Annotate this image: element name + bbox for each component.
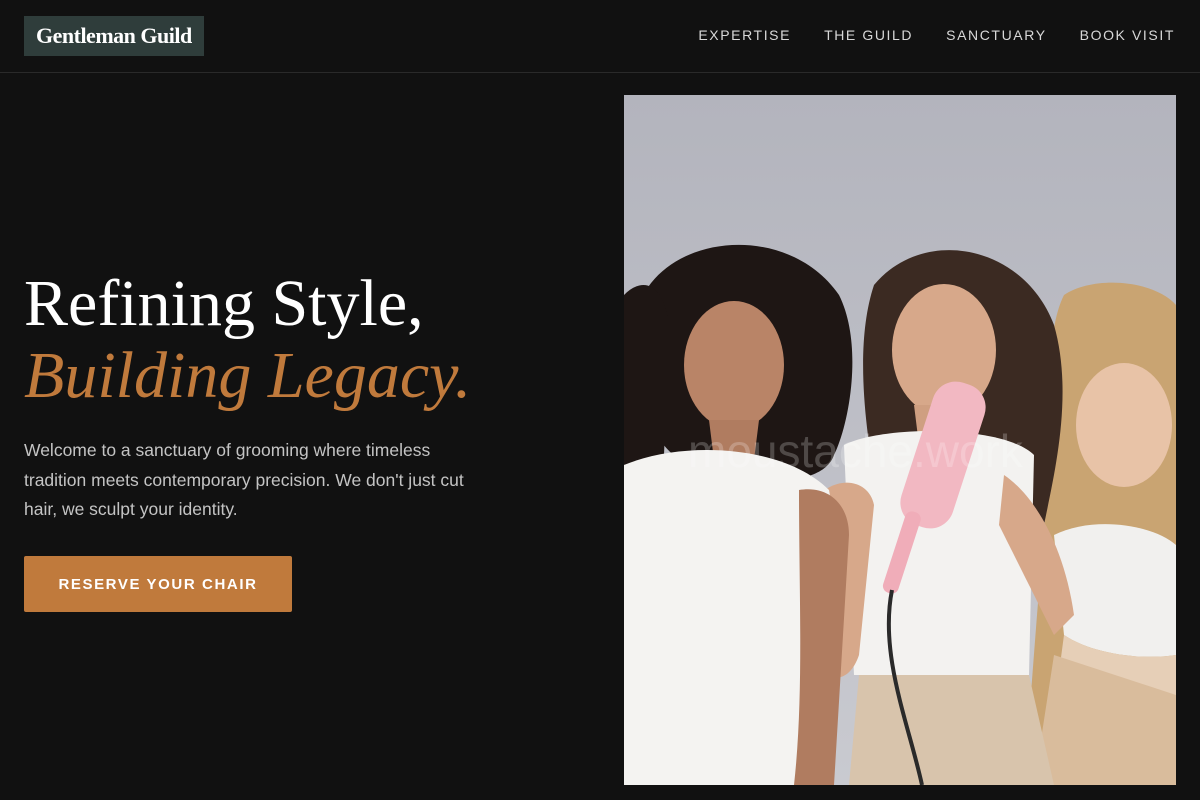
hero-title-line-1: Refining Style, [24, 267, 424, 340]
hero-image: moustache.work [624, 95, 1176, 785]
nav-item-sanctuary[interactable]: SANCTUARY [946, 26, 1047, 44]
hero-title-line-2: Building Legacy. [24, 339, 472, 412]
main-nav: EXPERTISE THE GUILD SANCTUARY BOOK VISIT [698, 26, 1175, 44]
hero-description: Welcome to a sanctuary of grooming where… [24, 440, 464, 519]
nav-item-book-visit[interactable]: BOOK VISIT [1080, 26, 1175, 44]
brand-logo[interactable]: Gentleman Guild [24, 16, 204, 56]
hero-photo-illustration: moustache.work [624, 95, 1176, 785]
nav-item-expertise[interactable]: EXPERTISE [698, 26, 791, 44]
nav-item-the-guild[interactable]: THE GUILD [824, 26, 913, 44]
reserve-chair-button[interactable]: RESERVE YOUR CHAIR [24, 556, 292, 612]
site-header: Gentleman Guild EXPERTISE THE GUILD SANC… [0, 0, 1200, 73]
brand-name: Gentleman Guild [36, 23, 192, 48]
hero-title: Refining Style, Building Legacy. [24, 268, 471, 412]
image-watermark: moustache.work [688, 425, 1024, 477]
